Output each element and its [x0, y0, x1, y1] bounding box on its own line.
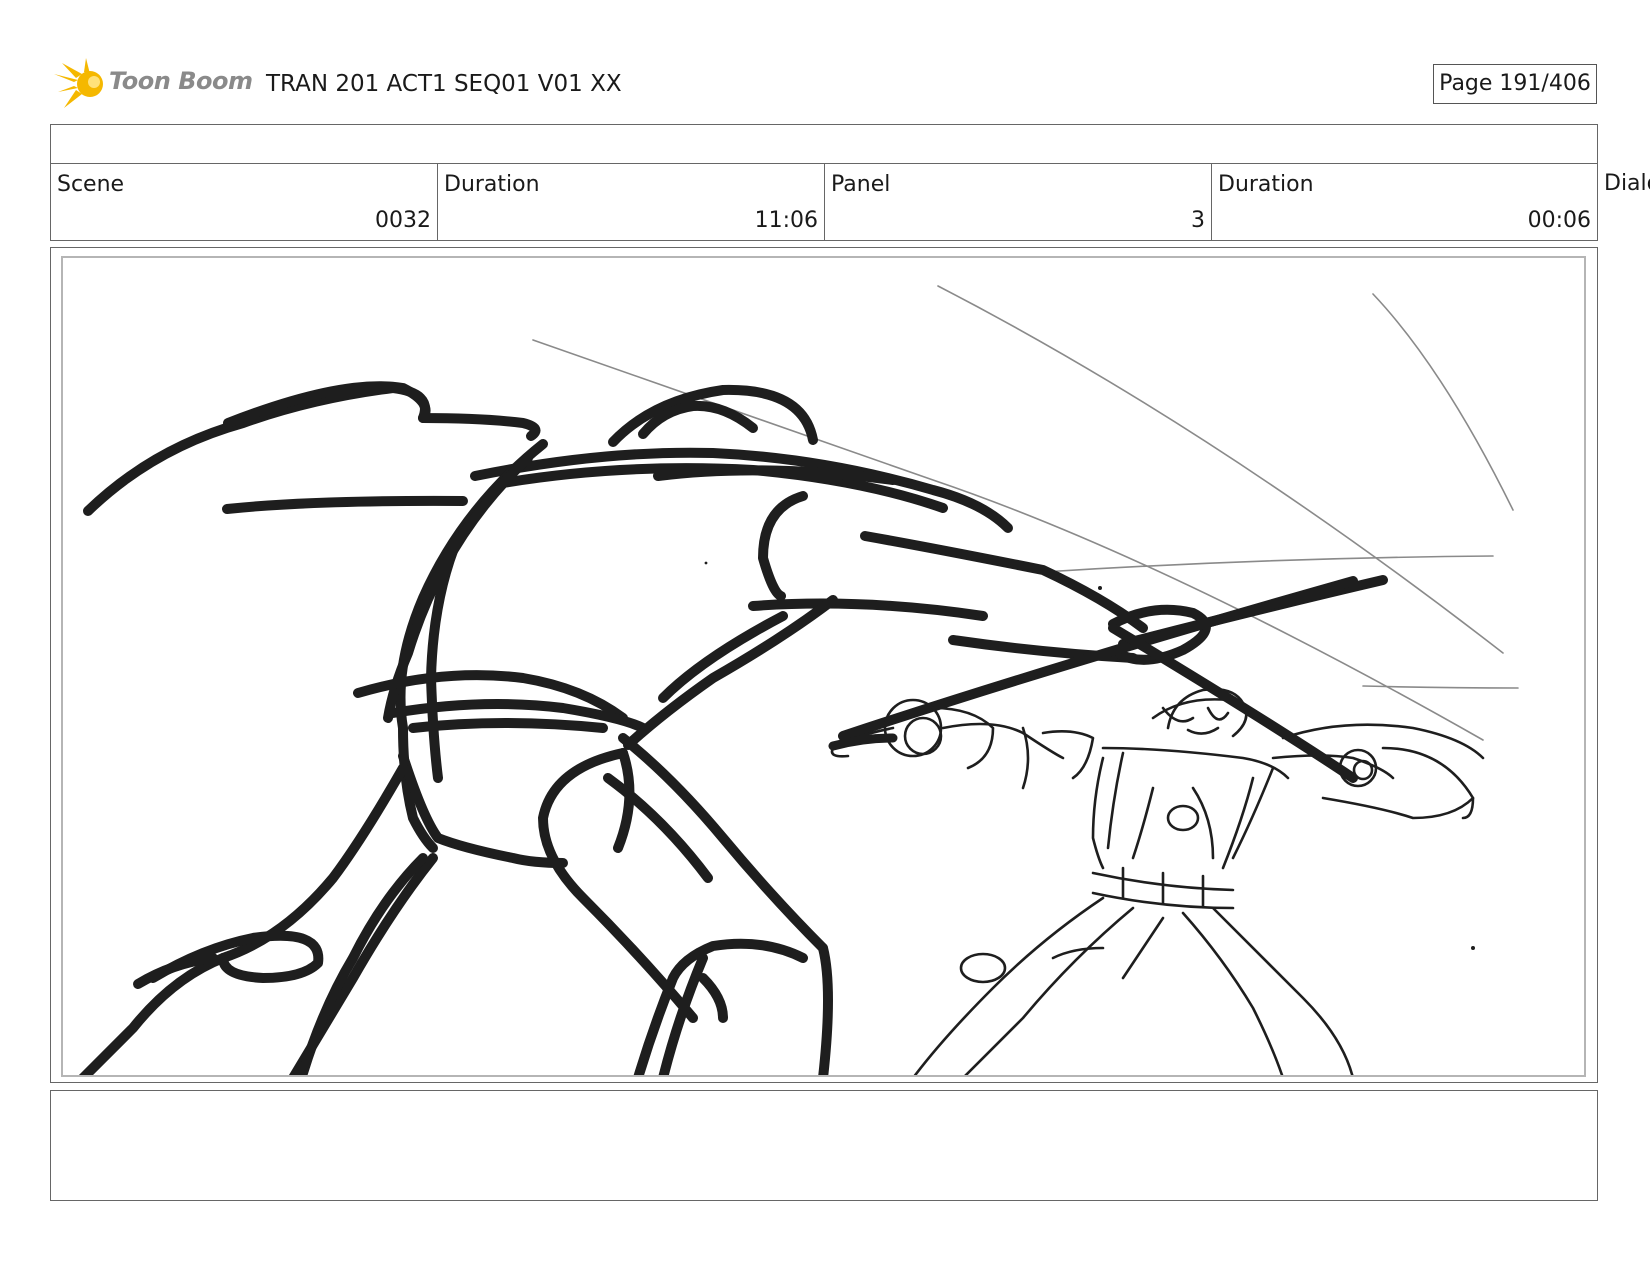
panel-duration-value: 00:06 — [1527, 208, 1591, 233]
panel-label: Panel — [831, 172, 891, 197]
toon-boom-logo: Toon Boom — [54, 58, 254, 112]
page-counter: Page 191/406 — [1433, 64, 1597, 104]
storyboard-panel — [61, 256, 1586, 1077]
panel-duration-label: Duration — [1218, 172, 1314, 197]
background-figure — [828, 688, 1485, 1075]
speed-lines — [532, 285, 1519, 741]
scene-cell: Scene 0032 — [50, 163, 438, 241]
scene-duration-value: 11:06 — [754, 208, 818, 233]
notes-area — [50, 1090, 1598, 1201]
scene-duration-label: Duration — [444, 172, 540, 197]
panel-cell: Panel 3 — [824, 163, 1212, 241]
document-title: TRAN 201 ACT1 SEQ01 V01 XX — [266, 71, 622, 97]
star-burst-icon — [54, 58, 103, 108]
scene-value: 0032 — [375, 208, 431, 233]
scene-label: Scene — [57, 172, 125, 197]
storyboard-sketch — [79, 285, 1519, 1075]
scene-duration-cell: Duration 11:06 — [437, 163, 825, 241]
logo-wordmark: Toon Boom — [109, 67, 253, 95]
panel-value: 3 — [1191, 208, 1205, 233]
panel-duration-cell: Duration 00:06 — [1211, 163, 1598, 241]
header-blank-row — [50, 124, 1598, 164]
dialog-label: Dialo — [1604, 171, 1650, 196]
